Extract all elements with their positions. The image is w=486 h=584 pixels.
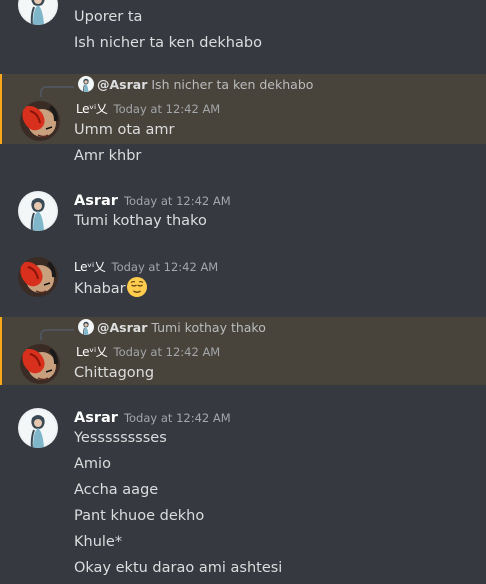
timestamp: Today at 12:42 AM — [123, 411, 231, 425]
message-text: Tumi kothay thako — [74, 213, 207, 229]
message-group-asrar-1: Uporer ta Ish nicher ta ken dekhabo — [0, 0, 486, 62]
asrar-mini-avatar — [78, 319, 94, 335]
message-text: Uporer ta — [74, 9, 143, 25]
asrar-avatar[interactable] — [18, 191, 58, 231]
message-header: Leᵛⁱ乂 Today at 12:42 AM — [74, 256, 218, 276]
timestamp: Today at 12:42 AM — [113, 345, 221, 359]
asrar-avatar[interactable] — [18, 0, 58, 25]
message-header: Leᵛⁱ乂 Today at 12:42 AM — [76, 341, 220, 361]
timestamp: Today at 12:42 AM — [111, 260, 219, 274]
timestamp: Today at 12:42 AM — [113, 102, 221, 116]
message-text: Khule* — [74, 534, 123, 550]
message-text: Ish nicher ta ken dekhabo — [74, 35, 262, 51]
reply-preview[interactable]: @Asrar Tumi kothay thako — [78, 318, 266, 338]
levi-avatar[interactable] — [20, 344, 60, 384]
chat-messages: Uporer ta Ish nicher ta ken dekhabo @Asr… — [0, 0, 486, 584]
message-text: Pant khuoe dekho — [74, 508, 205, 524]
reply-text: Tumi kothay thako — [151, 320, 266, 335]
message-group-levi-reply-2: @Asrar Tumi kothay thako Leᵛⁱ乂 Today at 1… — [0, 317, 486, 385]
message-text: Umm ota amr — [74, 122, 175, 138]
reply-spine — [40, 86, 74, 97]
relieved-face-emoji[interactable] — [126, 276, 148, 298]
message-text: Okay ektu darao ami ashtesi — [74, 560, 283, 576]
message-group-asrar-3: Asrar Today at 12:42 AM Yesssssssses Amio… — [0, 405, 486, 584]
message-text: Amio — [74, 456, 111, 472]
levi-avatar[interactable] — [20, 101, 60, 141]
reply-preview[interactable]: @Asrar Ish nicher ta ken dekhabo — [78, 75, 313, 95]
message-group-asrar-2: Asrar Today at 12:42 AM Tumi kothay thako — [0, 188, 486, 238]
reply-mention: @Asrar — [97, 320, 148, 335]
reply-mention: @Asrar — [97, 77, 148, 92]
timestamp: Today at 12:42 AM — [123, 194, 231, 208]
message-header: Asrar Today at 12:42 AM — [74, 407, 231, 427]
username[interactable]: Asrar — [74, 193, 118, 209]
message-group-levi-reply-1: @Asrar Ish nicher ta ken dekhabo Leᵛⁱ乂 To… — [0, 74, 486, 144]
message-text: Yesssssssses — [74, 430, 167, 446]
message-header: Leᵛⁱ乂 Today at 12:42 AM — [76, 98, 220, 118]
levi-avatar[interactable] — [18, 257, 58, 297]
message-header: Asrar Today at 12:42 AM — [74, 190, 231, 210]
message-text: Chittagong — [74, 365, 155, 381]
username[interactable]: Leᵛⁱ乂 — [76, 345, 108, 359]
message-group-levi-1: Leᵛⁱ乂 Today at 12:42 AM Khabar — [0, 254, 486, 304]
asrar-avatar[interactable] — [18, 408, 58, 448]
message-text: Khabar — [74, 276, 148, 298]
username[interactable]: Leᵛⁱ乂 — [76, 102, 108, 116]
reply-spine — [40, 329, 74, 340]
username[interactable]: Leᵛⁱ乂 — [74, 260, 106, 274]
asrar-mini-avatar — [78, 76, 94, 92]
message-text: Amr khbr — [74, 148, 142, 164]
reply-text: Ish nicher ta ken dekhabo — [151, 77, 314, 92]
username[interactable]: Asrar — [74, 410, 118, 426]
message-text-content: Khabar — [74, 281, 126, 297]
message-text: Accha aage — [74, 482, 159, 498]
